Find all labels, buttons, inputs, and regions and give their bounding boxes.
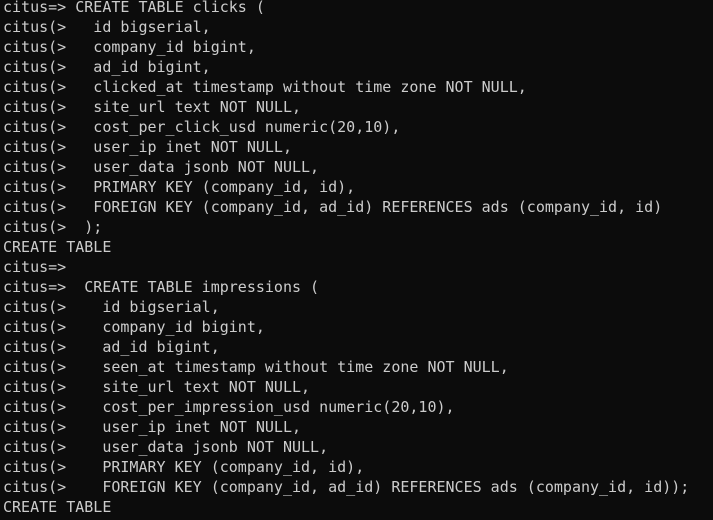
terminal-line: citus(> user_ip inet NOT NULL, xyxy=(3,138,292,156)
terminal-line: citus=> CREATE TABLE clicks ( xyxy=(3,0,265,16)
terminal-line: citus=> CREATE TABLE impressions ( xyxy=(3,278,320,296)
terminal-line: citus(> ad_id bigint, xyxy=(3,58,211,76)
terminal-line: citus(> id bigserial, xyxy=(3,298,220,316)
terminal-line: citus(> FOREIGN KEY (company_id, ad_id) … xyxy=(3,478,690,496)
terminal-line: citus=> xyxy=(3,258,67,276)
terminal-line: citus(> site_url text NOT NULL, xyxy=(3,98,302,116)
terminal-line: CREATE TABLE xyxy=(3,238,112,256)
terminal-line: citus(> company_id bigint, xyxy=(3,318,265,336)
terminal-line: citus(> user_data jsonb NOT NULL, xyxy=(3,158,320,176)
terminal-line: citus(> PRIMARY KEY (company_id, id), xyxy=(3,178,356,196)
terminal-line: citus(> site_url text NOT NULL, xyxy=(3,378,311,396)
terminal-window[interactable]: citus=> CREATE TABLE clicks ( citus(> id… xyxy=(0,0,713,520)
terminal-line: citus(> user_data jsonb NOT NULL, xyxy=(3,438,329,456)
terminal-line: citus(> FOREIGN KEY (company_id, ad_id) … xyxy=(3,198,663,216)
terminal-line: citus(> ad_id bigint, xyxy=(3,338,220,356)
terminal-line: citus(> company_id bigint, xyxy=(3,38,256,56)
terminal-line: citus(> clicked_at timestamp without tim… xyxy=(3,78,527,96)
terminal-line: citus(> ); xyxy=(3,218,103,236)
terminal-line: citus(> seen_at timestamp without time z… xyxy=(3,358,509,376)
terminal-line: citus(> user_ip inet NOT NULL, xyxy=(3,418,302,436)
terminal-line: citus(> PRIMARY KEY (company_id, id), xyxy=(3,458,365,476)
terminal-line: CREATE TABLE xyxy=(3,498,112,516)
terminal-line: citus(> id bigserial, xyxy=(3,18,211,36)
terminal-line: citus(> cost_per_click_usd numeric(20,10… xyxy=(3,118,401,136)
terminal-line: citus(> cost_per_impression_usd numeric(… xyxy=(3,398,455,416)
